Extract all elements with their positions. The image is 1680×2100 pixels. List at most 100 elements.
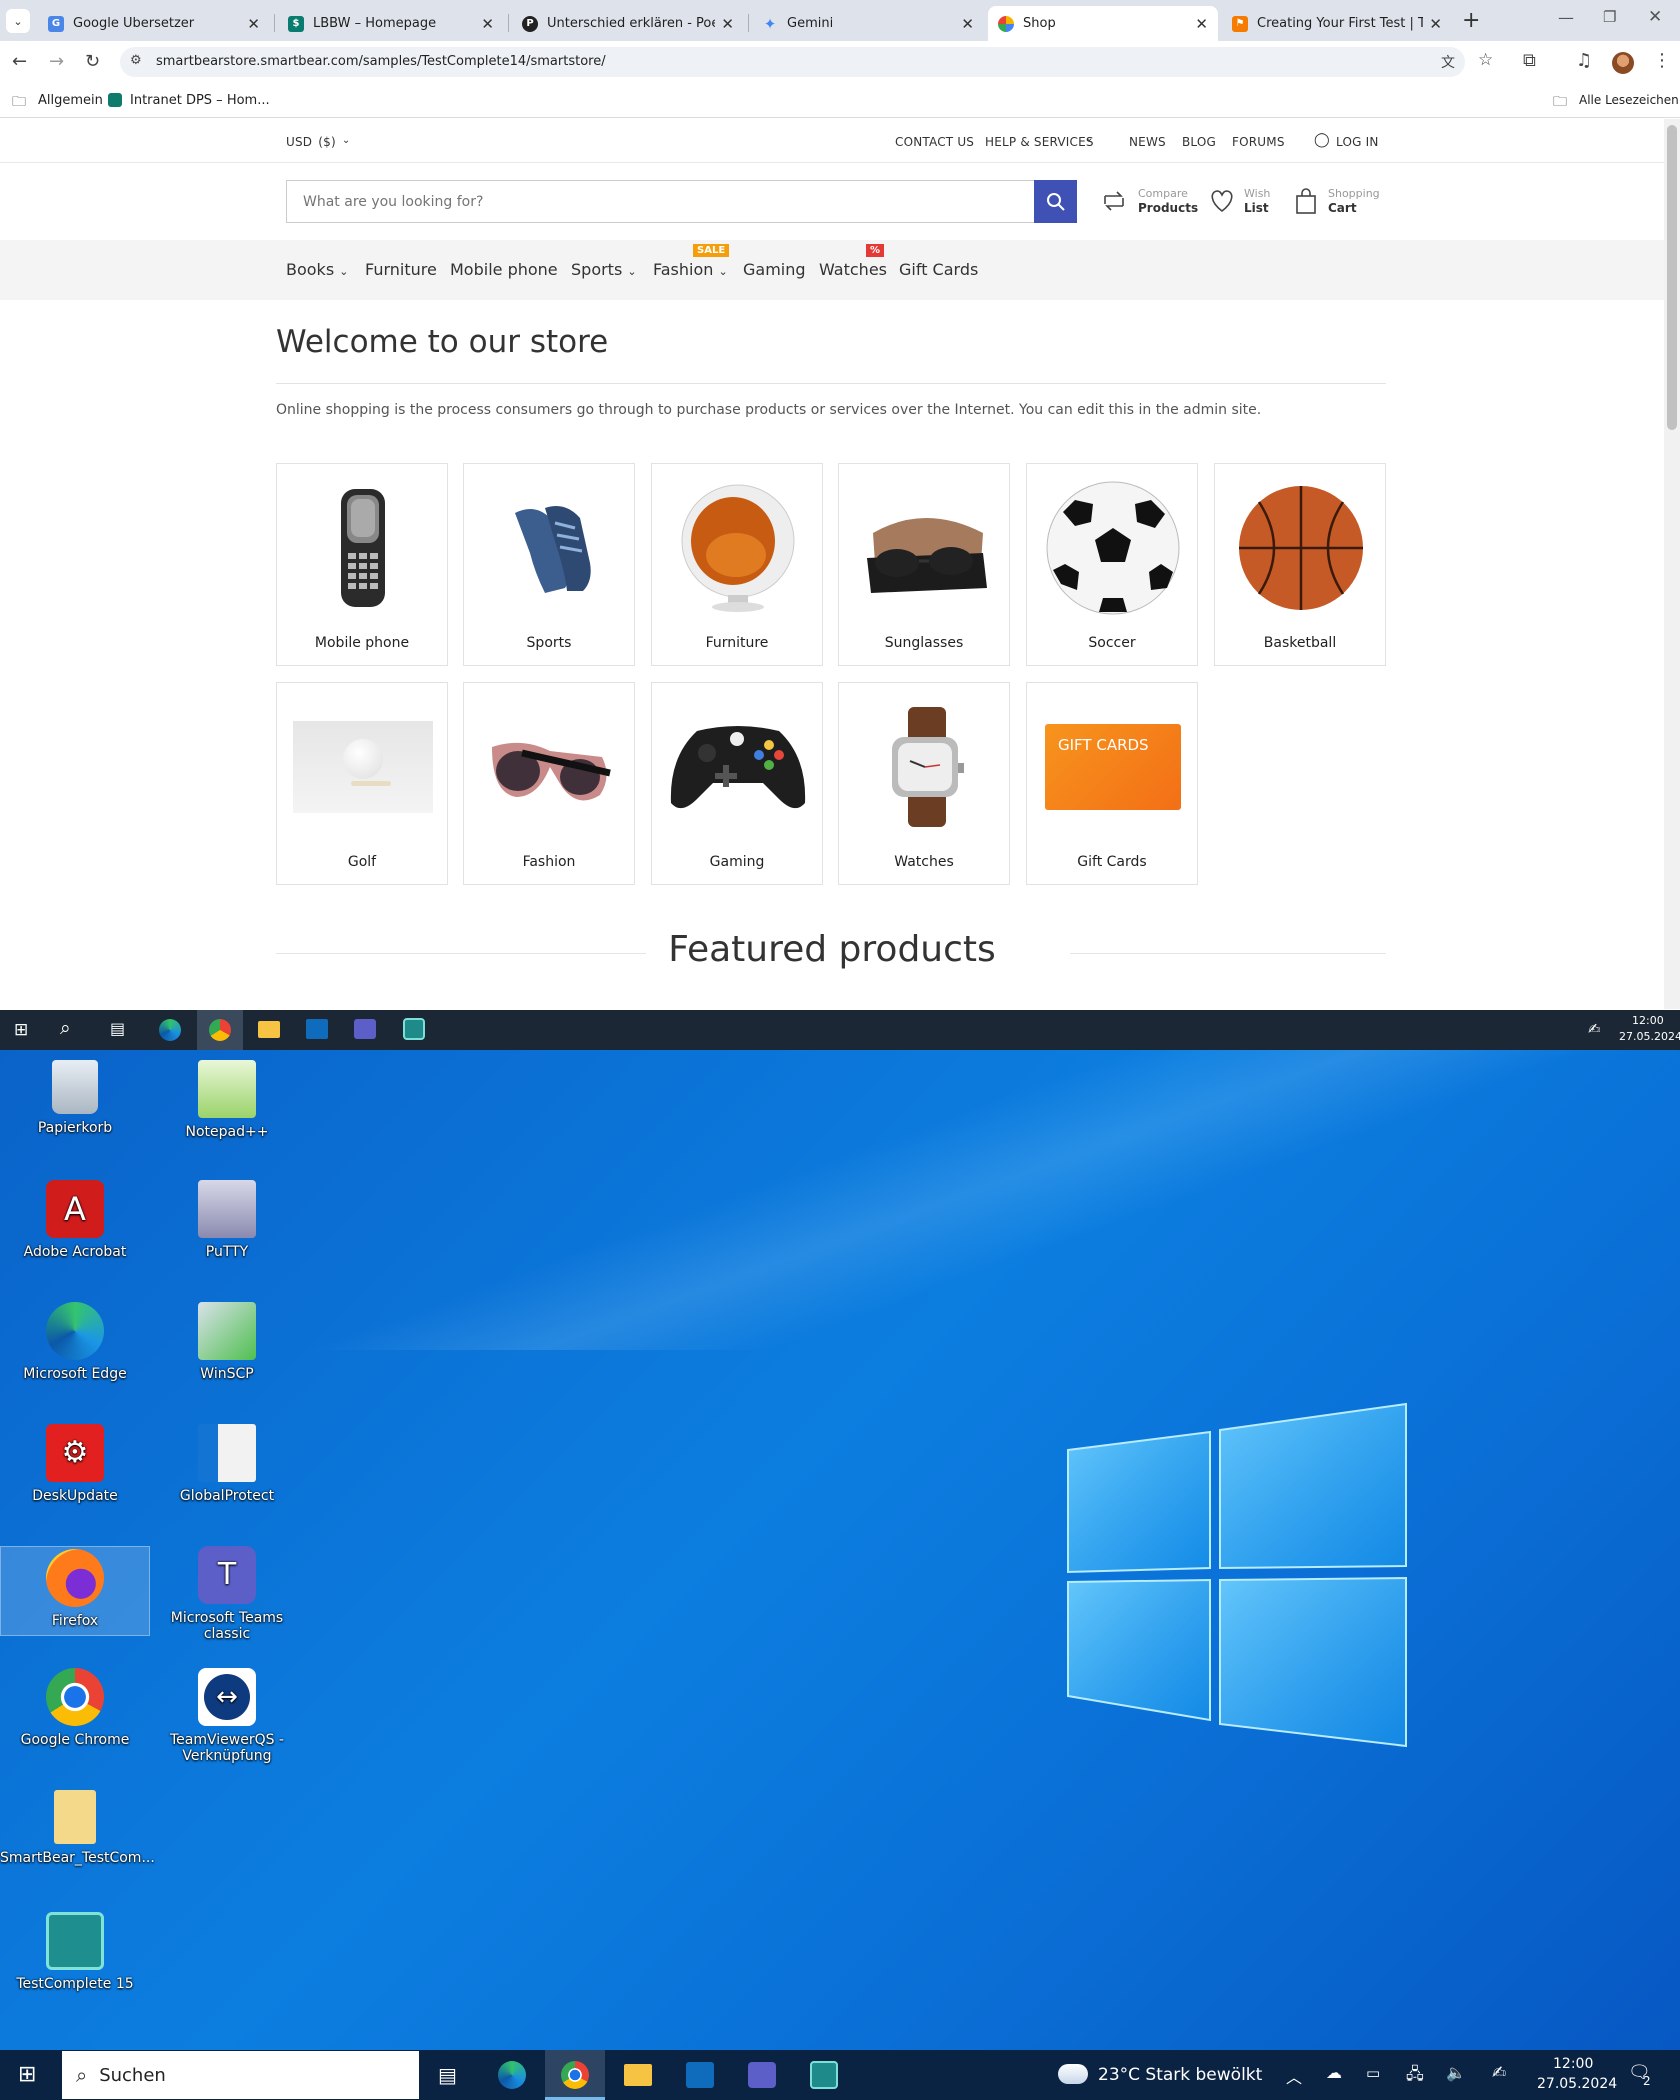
category-sports[interactable]: Sports — [463, 463, 635, 666]
outlook-icon[interactable] — [686, 2062, 714, 2088]
clock-date[interactable]: 27.05.2024 — [1537, 2076, 1617, 2092]
task-view-icon[interactable]: ▤ — [110, 1019, 125, 1038]
window-close-button[interactable]: ✕ — [1648, 7, 1662, 27]
nav-sports[interactable]: Sports ⌄ — [571, 260, 637, 279]
teamviewer-shortcut[interactable]: ↔ TeamViewerQS - Verknüpfung — [152, 1668, 302, 1764]
category-basketball[interactable]: Basketball — [1214, 463, 1386, 666]
tab-search-button[interactable]: ⌄ — [6, 9, 30, 33]
news-link[interactable]: NEWS — [1129, 135, 1166, 149]
compare-products-button[interactable]: Compare Products — [1101, 185, 1198, 219]
tab-testcomplete[interactable]: ⚑ Creating Your First Test | TestCo ✕ — [1222, 6, 1452, 41]
wishlist-button[interactable]: Wish List — [1208, 185, 1278, 219]
tab-shop[interactable]: Shop ✕ — [988, 6, 1218, 41]
category-sunglasses[interactable]: Sunglasses — [838, 463, 1010, 666]
extensions-icon[interactable]: ⧉ — [1523, 51, 1536, 71]
category-gaming[interactable]: Gaming — [651, 682, 823, 885]
nav-watches[interactable]: Watches — [819, 260, 887, 279]
nav-gift-cards[interactable]: Gift Cards — [899, 260, 978, 279]
microsoft-edge-shortcut[interactable]: Microsoft Edge — [0, 1302, 150, 1382]
clock-time[interactable]: 12:00 — [1553, 2056, 1593, 2072]
network-icon[interactable]: 🖧 — [1406, 2063, 1424, 2090]
minimize-button[interactable]: — — [1558, 8, 1574, 27]
close-icon[interactable]: ✕ — [481, 15, 494, 33]
task-view-icon[interactable]: ▤ — [438, 2063, 457, 2087]
pen-icon[interactable]: ✍ — [1492, 2063, 1506, 2083]
forward-arrow-icon[interactable]: → — [49, 52, 64, 72]
bookmark-allgemein[interactable]: Allgemein — [38, 93, 103, 108]
onedrive-icon[interactable]: ☁ — [1326, 2063, 1342, 2082]
back-arrow-icon[interactable]: ← — [12, 52, 27, 72]
windows-start-icon[interactable]: ⊞ — [14, 1020, 28, 1040]
translate-icon[interactable]: 文 — [1441, 52, 1455, 72]
windows-start-icon[interactable]: ⊞ — [18, 2062, 36, 2087]
close-icon[interactable]: ✕ — [1429, 15, 1442, 33]
smartbear-folder-shortcut[interactable]: SmartBear_TestCom... — [0, 1790, 155, 1866]
file-explorer-icon[interactable] — [624, 2064, 652, 2086]
notepad-plus-plus-shortcut[interactable]: Notepad++ — [152, 1060, 302, 1140]
category-fashion[interactable]: Fashion — [463, 682, 635, 885]
testcomplete-icon[interactable] — [403, 1018, 425, 1040]
nav-gaming[interactable]: Gaming — [743, 260, 806, 279]
globalprotect-shortcut[interactable]: GlobalProtect — [152, 1424, 302, 1504]
login-link[interactable]: LOG IN — [1336, 135, 1379, 149]
category-soccer[interactable]: Soccer — [1026, 463, 1198, 666]
testcomplete-shortcut[interactable]: TestComplete 15 — [0, 1912, 150, 1992]
avatar[interactable] — [1612, 52, 1634, 74]
chevron-up-icon[interactable]: ︿ — [1286, 2064, 1302, 2088]
tab-poe[interactable]: P Unterschied erklären - Poe ✕ — [512, 6, 744, 41]
close-icon[interactable]: ✕ — [961, 15, 974, 33]
forums-link[interactable]: FORUMS — [1232, 135, 1285, 149]
putty-shortcut[interactable]: PuTTY — [152, 1180, 302, 1260]
category-watches[interactable]: Watches — [838, 682, 1010, 885]
shopping-cart-button[interactable]: Shopping Cart — [1294, 185, 1384, 219]
close-icon[interactable]: ✕ — [1195, 15, 1208, 33]
nav-mobile-phone[interactable]: Mobile phone — [450, 260, 558, 279]
category-golf[interactable]: Golf — [276, 682, 448, 885]
site-settings-icon[interactable]: ⚙ — [130, 53, 142, 68]
blog-link[interactable]: BLOG — [1182, 135, 1216, 149]
tab-google-translate[interactable]: G Google Übersetzer ✕ — [38, 6, 270, 41]
menu-icon[interactable]: ⋮ — [1653, 51, 1671, 71]
bookmark-star-icon[interactable]: ☆ — [1478, 50, 1493, 70]
search-icon[interactable]: ⌕ — [60, 1017, 71, 1039]
weather-text[interactable]: 23°C Stark bewölkt — [1098, 2065, 1262, 2085]
tab-gemini[interactable]: ✦ Gemini ✕ — [752, 6, 984, 41]
reload-icon[interactable]: ↻ — [85, 52, 100, 72]
edge-icon[interactable] — [159, 1019, 181, 1041]
new-tab-button[interactable]: + — [1462, 8, 1480, 33]
all-bookmarks[interactable]: Alle Lesezeichen — [1579, 93, 1679, 107]
testcomplete-icon[interactable] — [810, 2061, 838, 2089]
volume-icon[interactable]: 🔈 — [1446, 2063, 1466, 2082]
search-button[interactable] — [1034, 180, 1077, 223]
search-input[interactable] — [286, 180, 1034, 223]
address-bar[interactable]: ⚙ smartbearstore.smartbear.com/samples/T… — [120, 47, 1493, 77]
close-icon[interactable]: ✕ — [247, 15, 260, 33]
google-chrome-shortcut[interactable]: Google Chrome — [0, 1668, 150, 1748]
nav-books[interactable]: Books ⌄ — [286, 260, 348, 279]
taskbar-search-box[interactable]: ⌕ Suchen — [62, 2051, 419, 2099]
outlook-icon[interactable] — [306, 1019, 328, 1039]
contact-us-link[interactable]: CONTACT US — [895, 135, 974, 149]
close-icon[interactable]: ✕ — [721, 15, 734, 33]
bookmark-intranet[interactable]: Intranet DPS – Hom... — [130, 93, 270, 108]
help-services-link[interactable]: HELP & SERVICES — [985, 135, 1094, 149]
teams-icon[interactable] — [748, 2062, 776, 2088]
winscp-shortcut[interactable]: WinSCP — [152, 1302, 302, 1382]
nav-furniture[interactable]: Furniture — [365, 260, 437, 279]
battery-icon[interactable]: ▭ — [1366, 2064, 1380, 2082]
firefox-shortcut[interactable]: Firefox — [0, 1546, 150, 1636]
recycle-bin-shortcut[interactable]: Papierkorb — [0, 1060, 150, 1136]
nav-fashion[interactable]: Fashion ⌄ — [653, 260, 728, 279]
category-gift-cards[interactable]: GIFT CARDS Gift Cards — [1026, 682, 1198, 885]
scrollbar-thumb[interactable] — [1667, 125, 1677, 430]
currency-selector[interactable]: USD ($) ⌄ — [286, 135, 350, 149]
teams-icon[interactable] — [354, 1019, 376, 1039]
pen-icon[interactable]: ✍ — [1588, 1020, 1601, 1038]
deskupdate-shortcut[interactable]: ⚙ DeskUpdate — [0, 1424, 150, 1504]
tab-lbbw[interactable]: $ LBBW – Homepage ✕ — [278, 6, 504, 41]
media-control-icon[interactable]: ♫ — [1576, 51, 1592, 71]
adobe-acrobat-shortcut[interactable]: A Adobe Acrobat — [0, 1180, 150, 1260]
file-explorer-icon[interactable] — [258, 1021, 280, 1038]
category-furniture[interactable]: Furniture — [651, 463, 823, 666]
restore-button[interactable]: ❐ — [1603, 8, 1616, 26]
